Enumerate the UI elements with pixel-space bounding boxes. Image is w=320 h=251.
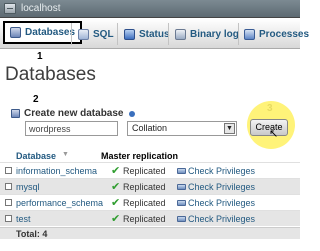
table-row: performance_schema ✔ Replicated Check Pr… (0, 194, 300, 210)
tab-label: Processes (259, 28, 310, 40)
table-row: mysql ✔ Replicated Check Privileges (0, 178, 300, 194)
new-database-icon (11, 109, 20, 118)
tab-divider (168, 23, 169, 45)
replication-status: Replicated (123, 182, 166, 192)
table-header: Database ▼ Master replication (0, 150, 300, 162)
tab-divider (238, 23, 239, 45)
sort-icon: ▼ (62, 151, 69, 158)
privileges-icon (177, 200, 186, 206)
replication-status: Replicated (123, 198, 166, 208)
check-icon: ✔ (111, 213, 121, 225)
status-icon (124, 28, 135, 40)
tab-label: Databases (25, 27, 76, 38)
database-column-header[interactable]: Database (16, 151, 56, 161)
tab-divider (117, 23, 118, 45)
privileges-icon (177, 216, 186, 222)
tab-status[interactable]: Status (124, 25, 170, 43)
check-privileges-link[interactable]: Check Privileges (188, 198, 255, 208)
row-checkbox[interactable] (5, 199, 12, 206)
privileges-icon (177, 184, 186, 190)
table-row: information_schema ✔ Replicated Check Pr… (0, 162, 300, 178)
replication-status: Replicated (123, 214, 166, 224)
create-label-text: Create new database (24, 108, 124, 119)
database-name-input[interactable] (25, 121, 118, 136)
row-checkbox[interactable] (5, 215, 12, 222)
check-privileges-link[interactable]: Check Privileges (188, 166, 255, 176)
database-icon (10, 27, 21, 38)
dropdown-arrow-icon: ▼ (224, 123, 235, 134)
tab-divider (71, 23, 72, 45)
check-icon: ✔ (111, 197, 121, 209)
callout-2: 2 (33, 94, 39, 105)
create-database-label: Create new database (11, 108, 135, 119)
tab-processes[interactable]: Processes (244, 25, 309, 43)
sql-icon (78, 28, 89, 40)
database-link[interactable]: information_schema (16, 166, 97, 176)
tab-bar: Databases SQL Status Binary log Processe… (0, 19, 309, 49)
table-row: test ✔ Replicated Check Privileges (0, 210, 300, 226)
table-total-row: Total: 4 (0, 227, 300, 239)
collation-select[interactable]: Collation ▼ (127, 121, 237, 136)
collation-value: Collation (132, 123, 168, 133)
callout-1: 1 (37, 51, 43, 62)
tab-label: Binary log (190, 28, 239, 40)
total-count: Total: 4 (16, 229, 48, 239)
row-checkbox[interactable] (5, 167, 12, 174)
server-bar: localhost (0, 0, 300, 18)
database-link[interactable]: mysql (16, 182, 40, 192)
row-checkbox[interactable] (5, 183, 12, 190)
database-link[interactable]: performance_schema (16, 198, 103, 208)
check-privileges-link[interactable]: Check Privileges (188, 182, 255, 192)
replication-status: Replicated (123, 166, 166, 176)
check-privileges-link[interactable]: Check Privileges (188, 214, 255, 224)
server-label[interactable]: localhost (21, 3, 60, 14)
database-link[interactable]: test (16, 214, 31, 224)
processes-icon (244, 28, 255, 40)
binary-log-icon (175, 28, 186, 40)
tab-binary-log[interactable]: Binary log (175, 25, 239, 43)
check-icon: ✔ (111, 181, 121, 193)
check-icon: ✔ (111, 165, 121, 177)
help-icon[interactable] (128, 110, 135, 117)
tab-label: SQL (93, 28, 114, 40)
page-title: Databases (5, 64, 96, 85)
mouse-cursor-icon: ↖ (269, 128, 279, 140)
server-icon (4, 3, 16, 14)
replication-column-header: Master replication (101, 151, 179, 161)
tab-label: Status (139, 28, 170, 40)
privileges-icon (177, 168, 186, 174)
tab-sql[interactable]: SQL (78, 25, 114, 43)
